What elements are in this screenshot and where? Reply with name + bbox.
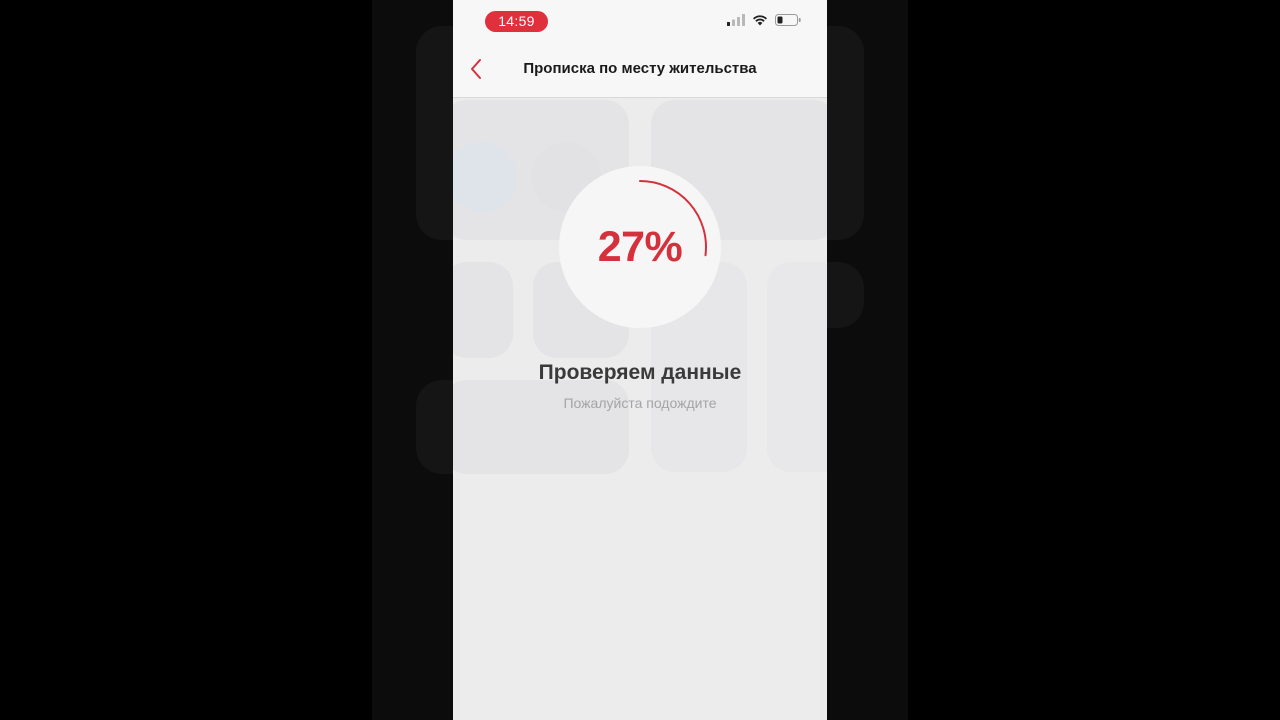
phone-screen: 14:59 Прописка по месту жительства 27% П…: [453, 0, 827, 720]
status-title: Проверяем данные: [538, 361, 742, 384]
status-subtitle: Пожалуйста подождите: [563, 395, 717, 411]
cellular-signal-icon: [727, 13, 745, 31]
status-icons: [727, 13, 801, 31]
main-content: 27% Проверяем данные Пожалуйста подождит…: [453, 98, 827, 720]
chevron-left-icon: [469, 58, 483, 85]
progress-indicator: 27%: [559, 166, 721, 328]
status-time[interactable]: 14:59: [485, 11, 548, 32]
screen-recording-frame: 14:59 Прописка по месту жительства 27% П…: [0, 0, 1280, 720]
status-bar: 14:59: [453, 0, 827, 44]
wifi-icon: [752, 13, 768, 31]
nav-bar: Прописка по месту жительства: [453, 44, 827, 98]
progress-percent: 27%: [597, 222, 683, 271]
back-button[interactable]: [459, 54, 493, 88]
battery-icon: [775, 13, 801, 31]
page-title: Прописка по месту жительства: [523, 60, 757, 77]
